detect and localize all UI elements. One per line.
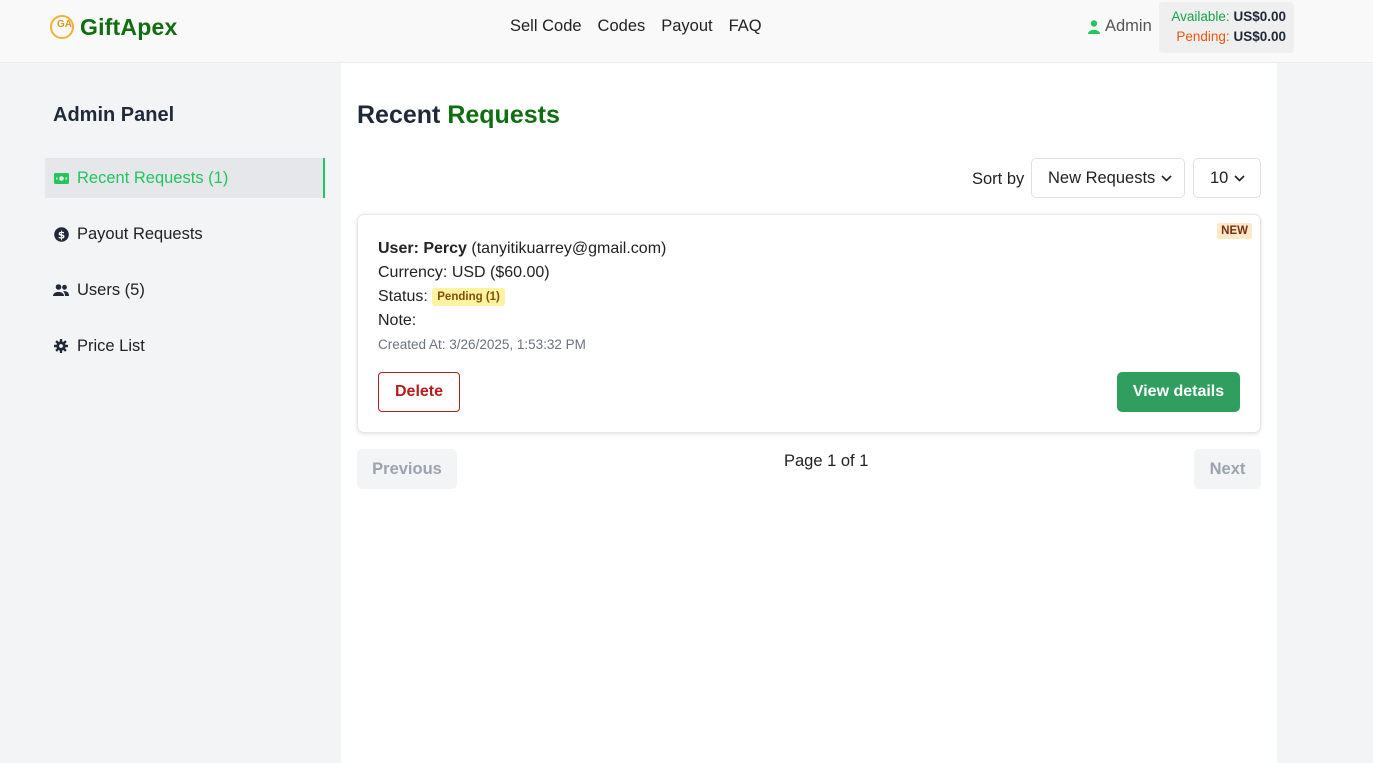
sidebar-title: Admin Panel (53, 104, 175, 126)
sidebar-item-label: Price List (77, 336, 145, 355)
users-icon (53, 282, 69, 298)
money-icon (53, 170, 69, 186)
request-note: Note: (378, 312, 417, 329)
next-page-button[interactable]: Next (1194, 449, 1261, 489)
new-badge: NEW (1217, 223, 1252, 239)
sidebar-item-payout-requests[interactable]: $ Payout Requests (45, 214, 325, 254)
per-page-select[interactable]: 10 (1193, 158, 1261, 198)
gear-icon (53, 338, 69, 354)
nav-payout[interactable]: Payout (661, 17, 712, 36)
sidebar-item-label: Recent Requests (1) (77, 168, 229, 187)
main-nav: Sell Code Codes Payout FAQ (510, 17, 762, 36)
sidebar-item-recent-requests[interactable]: Recent Requests (1) (45, 158, 325, 198)
svg-text:$: $ (57, 229, 64, 241)
sidebar-item-label: Payout Requests (77, 224, 203, 243)
delete-button[interactable]: Delete (378, 372, 460, 412)
request-currency: Currency: USD ($60.00) (378, 264, 550, 281)
previous-page-button[interactable]: Previous (357, 449, 457, 489)
logo-mark-icon: GA (50, 15, 74, 39)
dollar-circle-icon: $ (53, 226, 69, 242)
per-page-select-value: 10 (1210, 168, 1229, 187)
user-email: (tanyitikuarrey@gmail.com) (471, 240, 667, 257)
user-menu[interactable]: Admin (1088, 17, 1152, 36)
view-details-button[interactable]: View details (1117, 372, 1240, 412)
nav-codes[interactable]: Codes (598, 17, 646, 36)
chevron-down-icon (1234, 174, 1245, 182)
page-info: Page 1 of 1 (784, 452, 869, 470)
request-created-at: Created At: 3/26/2025, 1:53:32 PM (378, 337, 586, 352)
request-card: NEW User: Percy (tanyitikuarrey@gmail.co… (357, 214, 1261, 433)
sort-select-value: New Requests (1048, 168, 1156, 187)
balance-box: Available: US$0.00 Pending: US$0.00 (1159, 2, 1294, 53)
available-balance: Available: US$0.00 (1171, 9, 1286, 24)
logo[interactable]: GA GiftApex (50, 13, 177, 41)
user-label: Admin (1105, 17, 1152, 35)
chevron-down-icon (1161, 174, 1172, 182)
sidebar-item-users[interactable]: Users (5) (45, 270, 325, 310)
main-panel: Recent Requests Sort by New Requests 10 … (341, 63, 1277, 763)
page-title: Recent Requests (357, 101, 560, 129)
top-header: GA GiftApex Sell Code Codes Payout FAQ A… (0, 0, 1373, 63)
request-user: User: Percy (tanyitikuarrey@gmail.com) (378, 240, 667, 257)
brand-name: GiftApex (80, 13, 178, 40)
sort-select[interactable]: New Requests (1031, 158, 1185, 198)
sidebar-item-price-list[interactable]: Price List (45, 326, 325, 366)
nav-sell-code[interactable]: Sell Code (510, 17, 582, 36)
sort-label: Sort by (972, 170, 1025, 188)
pending-balance: Pending: US$0.00 (1176, 29, 1286, 44)
status-badge: Pending (1) (432, 288, 505, 306)
nav-faq[interactable]: FAQ (729, 17, 762, 36)
request-status: Status: Pending (1) (378, 285, 666, 309)
sidebar-item-label: Users (5) (77, 280, 145, 299)
user-icon (1088, 19, 1100, 34)
